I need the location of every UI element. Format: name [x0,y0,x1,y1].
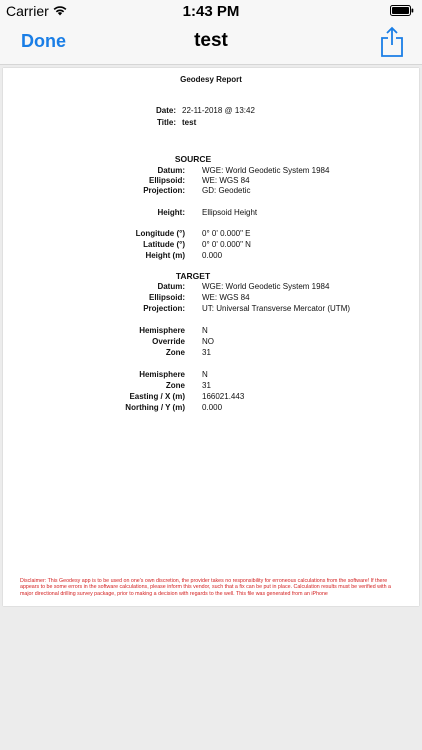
hemisphere-value-1: N [202,326,208,335]
zone-label-2: Zone [165,381,185,390]
easting-value: 166021.443 [202,392,245,401]
target-datum-label: Datum: [157,282,185,291]
disclaimer-text: Disclaimer: This Geodesy app is to be us… [20,578,391,597]
report-document: Geodesy Report Date: 22-11-2018 @ 13:42 … [3,68,419,606]
longitude-label: Longitude (°) [135,229,185,238]
target-ellipsoid-label: Ellipsoid: [149,293,185,302]
target-heading: TARGET [175,271,211,281]
hemisphere-label-2: Hemisphere [139,370,185,379]
easting-label: Easting / X (m) [129,392,185,401]
source-heading: SOURCE [174,154,212,164]
share-icon[interactable] [380,26,404,58]
northing-value: 0.000 [202,403,223,412]
target-datum-value: WGE: World Geodetic System 1984 [202,282,330,291]
date-label: Date: [155,106,176,115]
source-projection-value: GD: Geodetic [202,186,251,195]
override-value: NO [202,337,214,346]
date-value: 22-11-2018 @ 13:42 [182,106,255,115]
latitude-value: 0° 0' 0.000" N [202,240,251,249]
navigation-bar: Done test [0,22,422,65]
nav-title: test [194,30,228,51]
source-datum-value: WGE: World Geodetic System 1984 [202,166,330,175]
source-projection-label: Projection: [143,186,185,195]
zone-label-1: Zone [165,348,185,357]
status-bar: Carrier 1:43 PM [0,0,422,22]
title-label: Title: [157,118,176,127]
target-ellipsoid-value: WE: WGS 84 [202,293,250,302]
target-projection-label: Projection: [143,304,185,313]
source-ellipsoid-label: Ellipsoid: [149,176,185,185]
hemisphere-value-2: N [202,370,208,379]
hemisphere-label-1: Hemisphere [139,326,185,335]
battery-icon [390,5,414,16]
height-m-label: Height (m) [145,251,185,260]
source-height-value: Ellipsoid Height [202,208,258,217]
height-m-value: 0.000 [202,251,223,260]
title-value: test [182,118,197,127]
source-ellipsoid-value: WE: WGS 84 [202,176,250,185]
latitude-label: Latitude (°) [143,240,185,249]
override-label: Override [152,337,185,346]
longitude-value: 0° 0' 0.000" E [202,229,251,238]
source-height-label: Height: [157,208,185,217]
status-time: 1:43 PM [182,3,240,20]
zone-value-1: 31 [202,348,211,357]
target-projection-value: UT: Universal Transverse Mercator (UTM) [202,304,351,313]
zone-value-2: 31 [202,381,211,390]
report-heading: Geodesy Report [180,75,242,84]
northing-label: Northing / Y (m) [125,403,185,412]
source-datum-label: Datum: [157,166,185,175]
